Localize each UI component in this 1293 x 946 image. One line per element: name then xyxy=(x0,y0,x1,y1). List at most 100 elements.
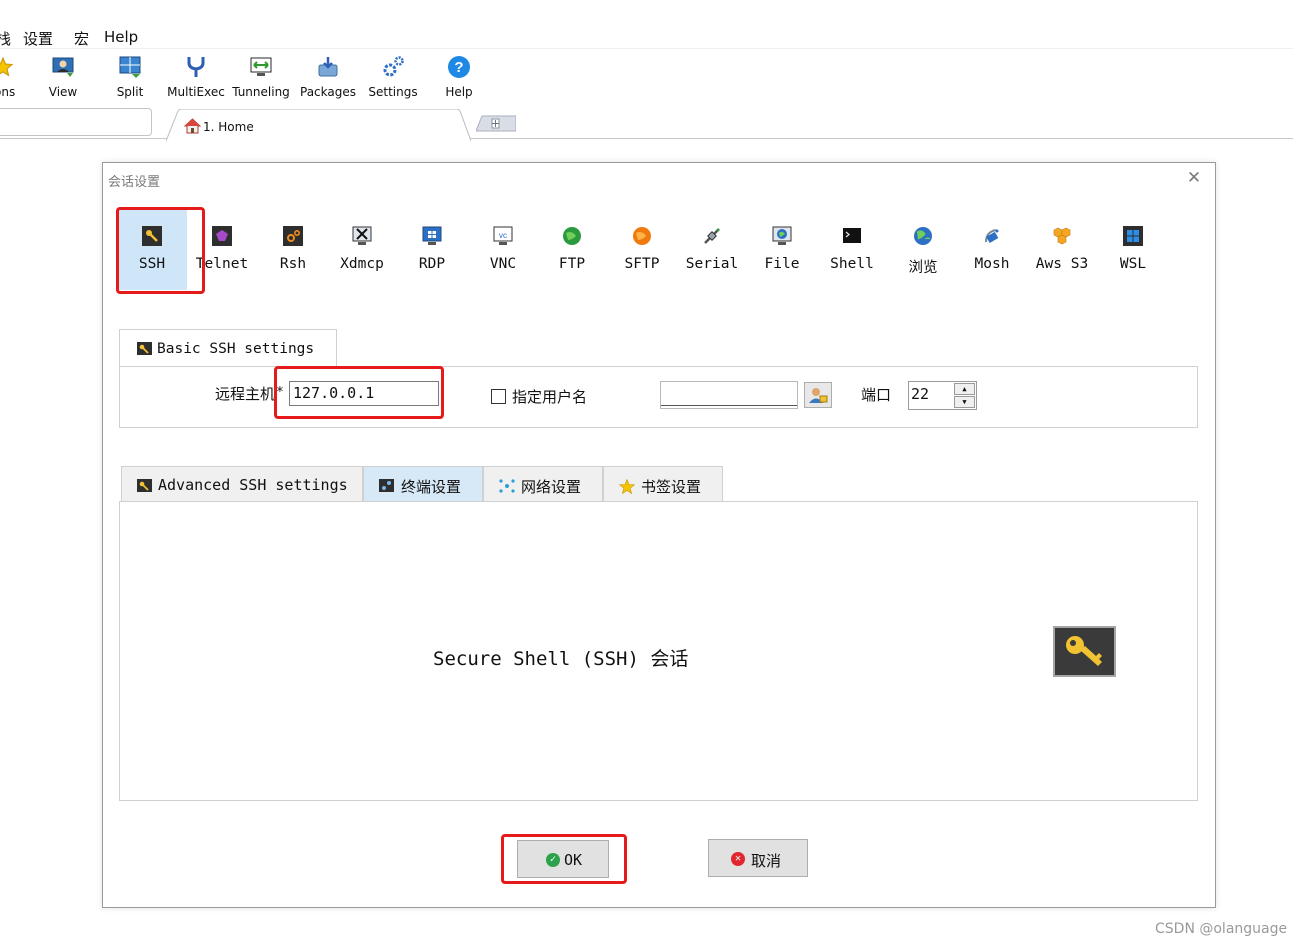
browser-globe-icon xyxy=(914,227,932,245)
sftp-icon xyxy=(633,227,651,245)
terminal-icon xyxy=(379,479,394,492)
advanced-settings-panel: Secure Shell (SSH) 会话 xyxy=(119,501,1198,801)
protocol-selector: SSH Telnet Rsh Xdmcp RDP vc VNC FTP SFTP Serial Fi… xyxy=(117,208,1157,290)
cancel-x-icon: ✕ xyxy=(731,852,745,866)
basic-settings-panel: 远程主机 * 127.0.0.1 指定用户名 端口 22 ▲ ▼ xyxy=(119,366,1198,428)
protocol-ssh-button[interactable]: SSH xyxy=(117,208,187,290)
protocol-telnet-button[interactable]: Telnet xyxy=(187,208,257,290)
menu-item-settings[interactable]: 设置 xyxy=(23,28,53,49)
user-icon xyxy=(809,388,828,403)
username-input[interactable] xyxy=(660,381,798,409)
port-decrement-button[interactable]: ▼ xyxy=(954,396,975,408)
menu-item-help[interactable]: Help xyxy=(104,28,138,46)
protocol-sftp-button[interactable]: SFTP xyxy=(607,208,677,290)
protocol-rsh-button[interactable]: Rsh xyxy=(258,208,328,290)
protocol-serial-button[interactable]: Serial xyxy=(677,208,747,290)
toolbar-packages-button[interactable]: Packages xyxy=(298,53,358,105)
tab-home[interactable]: 1. Home xyxy=(166,109,471,141)
user-picker-button[interactable] xyxy=(804,382,832,408)
remote-host-input[interactable]: 127.0.0.1 xyxy=(289,381,439,406)
telnet-icon xyxy=(212,226,232,246)
toolbar-settings-button[interactable]: Settings xyxy=(366,53,420,105)
tab-advanced-ssh-settings[interactable]: Advanced SSH settings xyxy=(121,466,363,502)
protocol-label: WSL xyxy=(1119,256,1147,272)
specify-username-label: 指定用户名 xyxy=(512,388,588,406)
plus-icon xyxy=(491,118,500,129)
large-key-glyph xyxy=(1066,636,1102,666)
ok-button[interactable]: ✓ OK xyxy=(517,840,609,878)
dialog-title: 会话设置 xyxy=(108,175,161,190)
remote-host-value: 127.0.0.1 xyxy=(293,384,375,402)
view-icon xyxy=(52,57,74,77)
port-spinbox[interactable]: 22 ▲ ▼ xyxy=(908,381,977,410)
session-tab-bar: 1. Home xyxy=(0,106,1293,141)
menu-item-stack[interactable]: 栈 xyxy=(0,28,11,49)
packages-icon xyxy=(318,57,338,77)
bookmark-star-icon xyxy=(619,479,635,494)
tab-terminal-settings[interactable]: 终端设置 xyxy=(363,466,483,502)
protocol-shell-button[interactable]: Shell xyxy=(817,208,887,290)
protocol-file-button[interactable]: File xyxy=(747,208,817,290)
toolbar-split-button[interactable]: Split xyxy=(108,53,152,105)
mosh-icon xyxy=(985,229,999,243)
port-label: 端口 xyxy=(861,386,892,404)
split-icon xyxy=(119,56,141,78)
tab-bookmark-settings[interactable]: 书签设置 xyxy=(603,466,723,502)
protocol-ftp-button[interactable]: FTP xyxy=(537,208,607,290)
ssh-key-icon xyxy=(142,226,162,246)
protocol-vnc-button[interactable]: vc VNC xyxy=(468,208,538,290)
tab-basic-ssh-settings[interactable]: Basic SSH settings xyxy=(119,329,337,367)
port-value: 22 xyxy=(911,385,930,403)
tab-network-settings[interactable]: 网络设置 xyxy=(483,466,603,502)
toolbar-tunneling-button[interactable]: Tunneling xyxy=(232,53,290,105)
menu-bar: 栈 设置 宏 Help xyxy=(0,26,1293,48)
required-mark: * xyxy=(276,385,284,400)
protocol-wsl-button[interactable]: WSL xyxy=(1098,208,1168,290)
home-icon xyxy=(184,118,201,134)
svg-text:?: ? xyxy=(454,59,463,76)
rdp-icon xyxy=(422,226,442,245)
session-description: Secure Shell (SSH) 会话 xyxy=(433,648,689,670)
check-icon: ✓ xyxy=(546,853,560,867)
remote-host-label: 远程主机 xyxy=(215,385,276,403)
xdmcp-icon xyxy=(352,226,372,245)
help-icon: ? xyxy=(448,56,470,78)
toolbar-view-button[interactable]: View xyxy=(40,53,86,105)
protocol-xdmcp-button[interactable]: Xdmcp xyxy=(327,208,397,290)
watermark: CSDN @olanguage xyxy=(1155,921,1288,937)
toolbar: ions View Split MultiExec Tunneling Pack… xyxy=(0,48,1293,106)
ssh-key-icon xyxy=(137,342,152,355)
cancel-button[interactable]: ✕ 取消 xyxy=(708,839,808,877)
port-increment-button[interactable]: ▲ xyxy=(954,383,975,395)
session-settings-dialog: 会话设置 ✕ SSH Telnet Rsh Xdmcp RDP vc VNC FTP SFTP S… xyxy=(102,162,1216,908)
specify-username-checkbox[interactable] xyxy=(491,389,506,404)
file-icon xyxy=(772,226,792,245)
toolbar-sessions-button[interactable]: ions xyxy=(0,53,28,105)
multiexec-icon xyxy=(187,57,205,77)
advanced-tab-strip: Advanced SSH settings 终端设置 网络设置 书签设置 xyxy=(121,466,723,502)
sessions-star-icon xyxy=(0,56,14,77)
ssh-key-icon xyxy=(137,479,152,492)
rsh-icon xyxy=(283,226,303,246)
protocol-aws-s3-button[interactable]: Aws S3 xyxy=(1027,208,1097,290)
ssh-key-icon xyxy=(1053,626,1116,677)
menu-item-macro[interactable]: 宏 xyxy=(74,28,89,49)
wsl-icon xyxy=(1123,226,1143,246)
protocol-mosh-button[interactable]: Mosh xyxy=(957,208,1027,290)
serial-icon xyxy=(704,228,720,244)
new-tab-button[interactable] xyxy=(476,115,516,132)
protocol-浏览-button[interactable]: 浏览 xyxy=(888,208,958,290)
svg-text:vc: vc xyxy=(499,231,507,240)
ftp-icon xyxy=(563,227,581,245)
protocol-rdp-button[interactable]: RDP xyxy=(397,208,467,290)
vnc-icon: vc xyxy=(493,226,513,245)
close-icon[interactable]: ✕ xyxy=(1185,169,1203,187)
settings-icon xyxy=(383,56,404,77)
network-icon xyxy=(499,479,515,493)
tunneling-icon xyxy=(250,57,272,76)
quick-connect-input[interactable] xyxy=(0,108,152,136)
toolbar-multiexec-button[interactable]: MultiExec xyxy=(166,53,226,105)
shell-icon xyxy=(843,228,861,243)
aws-s3-icon xyxy=(1053,227,1071,245)
toolbar-help-button[interactable]: ? Help xyxy=(440,53,478,105)
